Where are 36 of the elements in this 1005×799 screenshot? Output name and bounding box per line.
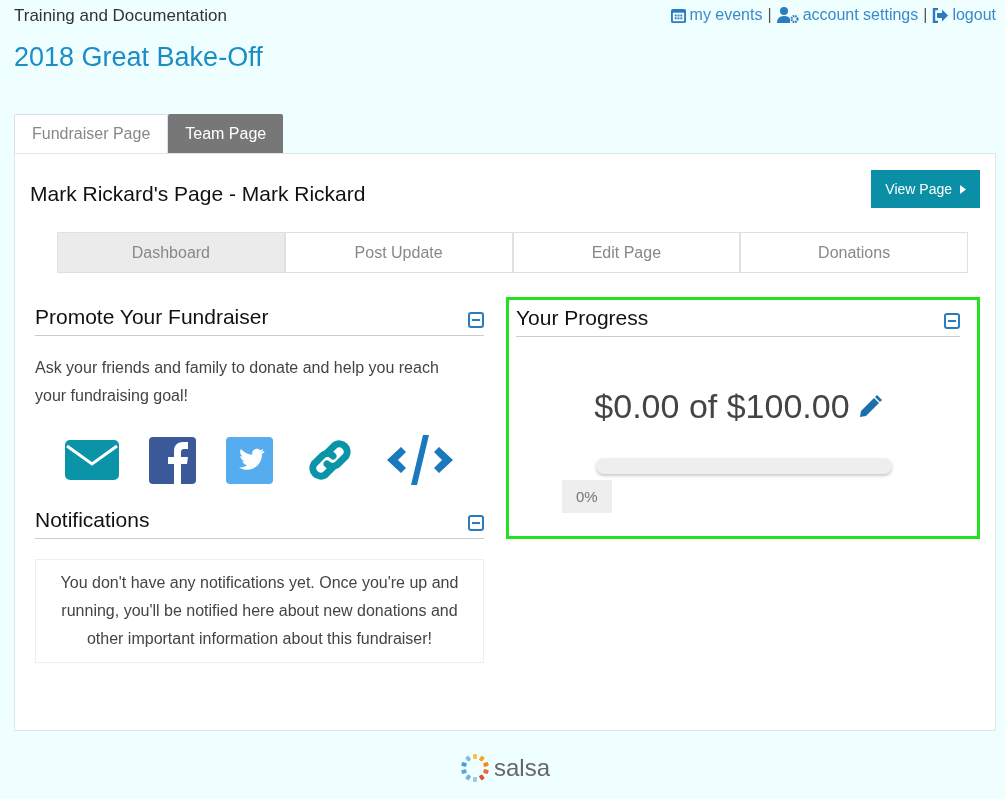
view-page-button[interactable]: View Page: [871, 170, 980, 208]
user-gear-icon: [776, 7, 799, 23]
dashboard-tab[interactable]: Donations: [740, 232, 968, 273]
brand-name: salsa: [494, 754, 550, 782]
panel-title: Promote Your Fundraiser: [35, 305, 269, 329]
pencil-icon[interactable]: [857, 394, 882, 419]
collapse-icon[interactable]: [467, 312, 484, 328]
separator: |: [923, 6, 928, 24]
dashboard-tab[interactable]: Dashboard: [57, 232, 285, 273]
collapse-icon[interactable]: [467, 515, 484, 531]
dashboard-tab[interactable]: Post Update: [284, 232, 513, 273]
logo-icon: [460, 753, 490, 783]
dashboard-tab[interactable]: Edit Page: [512, 232, 741, 273]
percent-label: 0%: [561, 480, 612, 513]
code-icon[interactable]: [387, 433, 454, 487]
bird-icon[interactable]: [226, 436, 274, 484]
header-link[interactable]: logout: [932, 6, 996, 24]
header-link[interactable]: my events: [670, 6, 763, 24]
page-tab[interactable]: Fundraiser Page: [14, 114, 169, 153]
promote-text: Ask your friends and family to donate and help you reach your fundraising goal!: [35, 358, 440, 406]
facebook-icon[interactable]: [149, 436, 197, 484]
page-heading: Mark Rickard's Page - Mark Rickard: [30, 182, 366, 206]
header-link[interactable]: account settings: [776, 6, 919, 24]
panel-title: Your Progress: [515, 306, 649, 330]
notification-message: You don't have any notifications yet. Once you're up and running, you'll be notified here about new donations and other important information about this fundraiser!: [35, 559, 484, 663]
calendar-icon: [670, 7, 686, 23]
collapse-icon[interactable]: [944, 313, 960, 329]
separator: |: [767, 6, 772, 24]
org-name: Training and Documentation: [14, 6, 228, 26]
logout-icon: [932, 7, 949, 23]
email-icon[interactable]: [65, 440, 120, 480]
caret-icon: [960, 184, 966, 194]
goal-amount: $0.00 of $100.00: [594, 387, 850, 426]
panel-title: Notifications: [35, 508, 150, 532]
page-tab[interactable]: Team Page: [168, 114, 284, 153]
event-title[interactable]: 2018 Great Bake-Off: [14, 42, 263, 73]
